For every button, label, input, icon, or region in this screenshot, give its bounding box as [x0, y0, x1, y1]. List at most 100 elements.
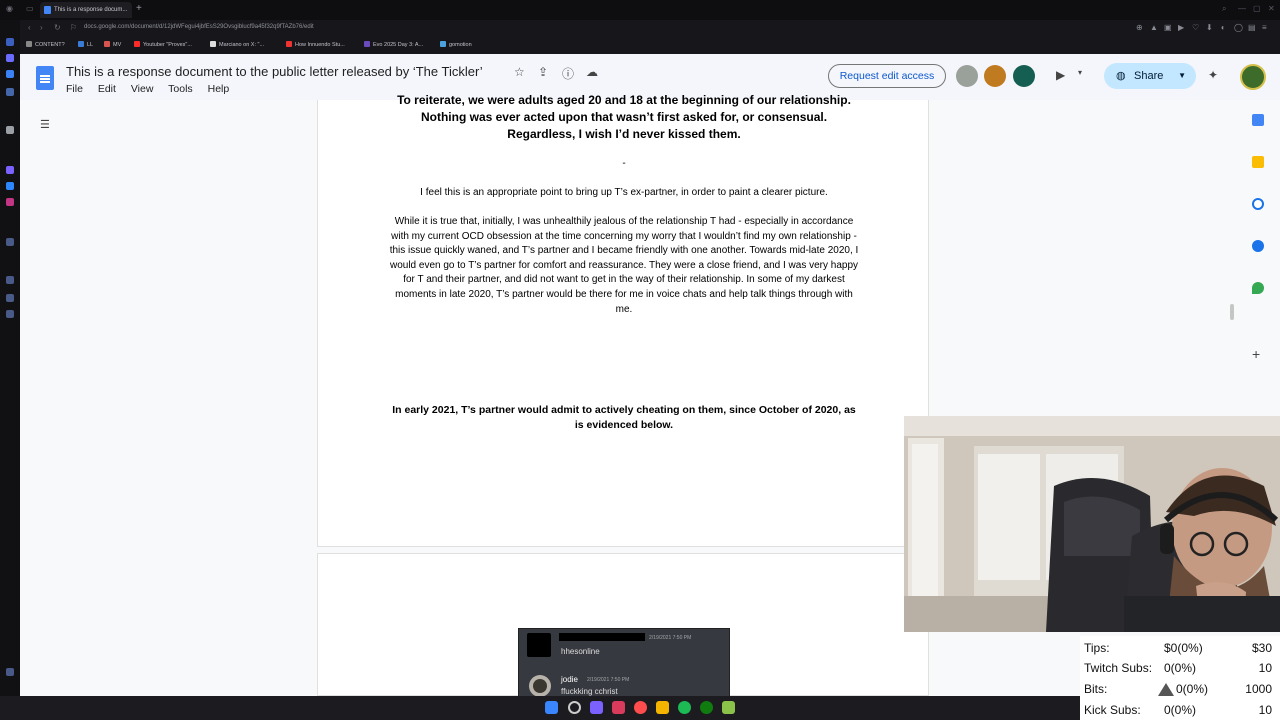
spotify-icon[interactable]	[678, 701, 691, 714]
wallet-icon[interactable]: ▤	[1248, 23, 1256, 32]
bookmark-marciano[interactable]: Marciano on X: "...	[210, 41, 264, 48]
messenger-icon[interactable]	[6, 182, 14, 190]
chat-icon[interactable]: ◯	[1234, 23, 1243, 32]
bookmark-mv[interactable]: MV	[104, 41, 121, 48]
goal-row-bits: Bits: 0(0%) 1000	[1084, 682, 1272, 696]
sidebar-app-icon[interactable]	[6, 70, 14, 78]
browser-settings-icon[interactable]: ≡	[1262, 23, 1267, 32]
browser-menu-icon[interactable]: ◉	[6, 4, 13, 13]
site-info-icon[interactable]: ⚐	[70, 23, 77, 32]
sidebar-app-icon[interactable]	[6, 294, 14, 302]
taskbar-app-icon[interactable]	[722, 701, 735, 714]
bookmark-gomotion[interactable]: gomotion	[440, 41, 472, 48]
bookmark-youtuber[interactable]: Youtuber "Proves"...	[134, 41, 192, 48]
calendar-icon[interactable]	[1252, 114, 1264, 126]
share-button[interactable]: ◍ Share ▼	[1104, 63, 1196, 89]
player-icon[interactable]: ▶	[1178, 23, 1184, 32]
messenger-icon[interactable]	[6, 166, 14, 174]
sidebar-app-icon[interactable]	[6, 126, 14, 134]
taskbar-app-icon[interactable]	[612, 701, 625, 714]
tab-overview-icon[interactable]: ▭	[26, 4, 34, 13]
browser-tabstrip: ◉ ▭ This is a response docum... + ⌕ — ▢ …	[0, 0, 1280, 20]
bits-icon	[1158, 683, 1174, 696]
meet-icon[interactable]: ▶	[1056, 68, 1065, 82]
zoom-icon[interactable]: ⊕	[1136, 23, 1143, 32]
bookmark-evo[interactable]: Evo 2025 Day 3: A...	[364, 41, 423, 48]
sidebar-app-icon[interactable]	[6, 88, 14, 96]
scrollbar[interactable]	[1230, 304, 1234, 320]
chevron-down-icon[interactable]: ▼	[1178, 63, 1186, 89]
chevron-down-icon[interactable]: ▾	[1078, 68, 1082, 77]
goal-row-kick-subs: Kick Subs: 0(0%) 10	[1084, 703, 1272, 717]
extension-icon[interactable]: ▲	[1150, 23, 1158, 32]
sidebar-settings-icon[interactable]	[6, 310, 14, 318]
sidebar-app-icon[interactable]	[6, 54, 14, 62]
sidebar-app-icon[interactable]	[6, 38, 14, 46]
url-field[interactable]: docs.google.com/document/d/12jdWFegui4jb…	[84, 24, 314, 30]
contacts-icon[interactable]	[1252, 240, 1264, 252]
new-tab-icon[interactable]: +	[136, 3, 142, 14]
volume-icon[interactable]: ◖	[1220, 23, 1225, 32]
add-addon-icon[interactable]: +	[1252, 346, 1260, 362]
youtube-icon	[286, 41, 292, 47]
viewer-avatar[interactable]	[1013, 65, 1035, 87]
separator-dash: -	[622, 158, 626, 169]
back-icon[interactable]: ‹	[28, 23, 31, 32]
viewer-avatar[interactable]	[956, 65, 978, 87]
message-text: ffuckking cchrist	[561, 687, 618, 696]
tasks-icon[interactable]	[1252, 198, 1264, 210]
clipboard-icon[interactable]: ▣	[1164, 23, 1172, 32]
message-timestamp: 2/19/2021 7:50 PM	[587, 677, 630, 683]
file-explorer-icon[interactable]	[656, 701, 669, 714]
address-bar-row: ‹ › ↻ ⚐ docs.google.com/document/d/12jdW…	[0, 20, 1280, 38]
reload-icon[interactable]: ↻	[54, 23, 61, 32]
goal-row-twitch-subs: Twitch Subs: 0(0%) 10	[1084, 661, 1272, 675]
redacted-avatar	[527, 633, 551, 657]
close-window-icon[interactable]: ✕	[1268, 4, 1275, 13]
instagram-icon[interactable]	[6, 198, 14, 206]
move-icon[interactable]: ⇪	[538, 65, 548, 79]
keep-icon[interactable]	[1252, 156, 1264, 168]
bookmark-ll[interactable]: LL	[78, 41, 93, 48]
maps-icon[interactable]	[1252, 282, 1264, 294]
xbox-icon[interactable]	[700, 701, 713, 714]
windows-start-icon[interactable]	[545, 701, 558, 714]
document-page: 2/19/2021 7:50 PM hhesonline jodie 2/19/…	[317, 553, 929, 698]
bookmark-favicon-icon	[364, 41, 370, 47]
search-tabs-icon[interactable]: ⌕	[1222, 4, 1226, 14]
maximize-icon[interactable]: ▢	[1253, 4, 1261, 13]
tab-docs[interactable]: This is a response docum...	[40, 2, 132, 18]
discord-screenshot: 2/19/2021 7:50 PM hhesonline jodie 2/19/…	[518, 628, 730, 698]
info-icon[interactable]: ⓘ	[562, 65, 574, 82]
bookmark-innuendo[interactable]: How Innuendo Stu...	[286, 41, 345, 48]
minimize-icon[interactable]: —	[1238, 4, 1246, 13]
outline-icon[interactable]: ☰	[40, 118, 54, 131]
taskbar-app-icon[interactable]	[590, 701, 603, 714]
browser-icon[interactable]	[634, 701, 647, 714]
request-edit-access-button[interactable]: Request edit access	[828, 64, 946, 88]
menu-edit[interactable]: Edit	[98, 83, 116, 95]
heart-icon[interactable]: ♡	[1192, 23, 1199, 32]
viewer-avatar[interactable]	[984, 65, 1006, 87]
star-icon[interactable]: ☆	[514, 65, 525, 79]
gemini-icon[interactable]: ✦	[1208, 68, 1218, 82]
tab-title: This is a response docum...	[54, 7, 128, 13]
docs-logo-icon[interactable]	[36, 66, 54, 90]
menu-view[interactable]: View	[131, 83, 154, 95]
account-avatar[interactable]	[1240, 64, 1266, 90]
cloud-status-icon[interactable]: ☁	[586, 65, 598, 79]
sidebar-more-icon[interactable]	[6, 668, 14, 676]
sidebar-app-icon[interactable]	[6, 238, 14, 246]
avatar	[529, 675, 551, 697]
bookmark-content[interactable]: CONTENT?	[26, 41, 65, 48]
document-title[interactable]: This is a response document to the publi…	[66, 64, 483, 79]
download-icon[interactable]: ⬇	[1206, 23, 1213, 32]
webcam-overlay	[904, 416, 1280, 632]
search-icon[interactable]	[568, 701, 581, 714]
forward-icon[interactable]: ›	[40, 23, 43, 32]
menu-tools[interactable]: Tools	[168, 83, 193, 95]
menu-file[interactable]: File	[66, 83, 83, 95]
x-icon	[210, 41, 216, 47]
sidebar-app-icon[interactable]	[6, 276, 14, 284]
menu-help[interactable]: Help	[208, 83, 230, 95]
